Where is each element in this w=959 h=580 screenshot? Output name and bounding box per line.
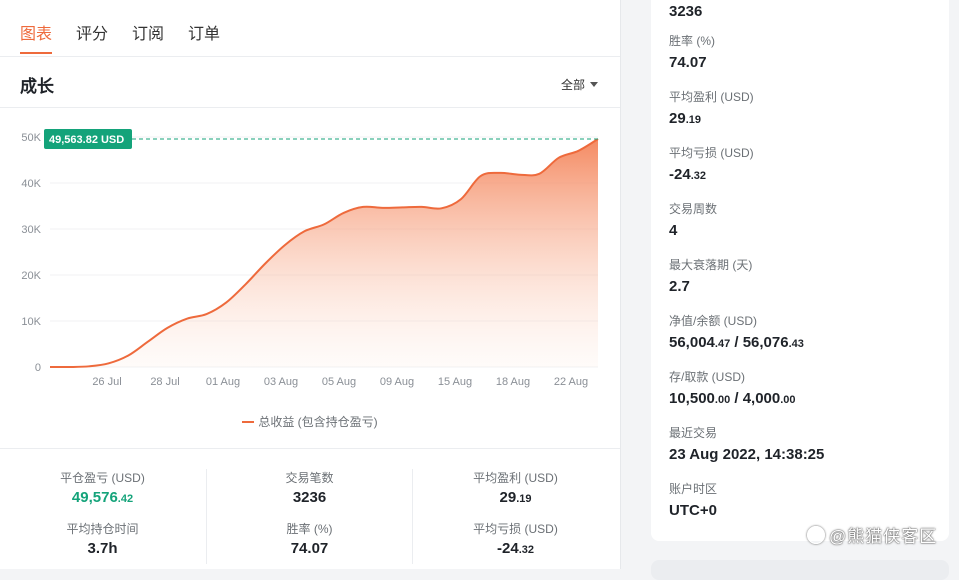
win-rate-label: 胜率 (%) xyxy=(286,522,333,536)
x-tick-label: 05 Aug xyxy=(322,376,356,388)
trade-count-label: 交易笔数 xyxy=(285,471,334,485)
win-rate-value: 74.07 xyxy=(669,54,707,71)
closed-pnl-label: 平仓盈亏 (USD) xyxy=(60,471,145,485)
legend-label: 总收益 (包含持仓盈亏) xyxy=(258,415,378,429)
tab-rating[interactable]: 评分 xyxy=(76,20,108,54)
avg-hold-value: 3.7h xyxy=(87,540,118,557)
caret-down-icon xyxy=(590,82,598,87)
avg-profit-value: 29.19 xyxy=(499,489,532,506)
last-trade-item: 最近交易 23 Aug 2022, 14:38:25 xyxy=(669,424,824,463)
trades-value: 3236 xyxy=(669,3,703,20)
y-tick-label: 10K xyxy=(21,316,41,328)
win-rate-value: 74.07 xyxy=(290,540,329,557)
avg-profit-value: 29.19 xyxy=(669,110,701,127)
x-tick-label: 28 Jul xyxy=(150,376,179,388)
closed-pnl-value: 49,576.42 xyxy=(71,489,134,506)
y-tick-label: 30K xyxy=(21,224,41,236)
max-drawdown-item: 最大衰落期 (天) 2.7 xyxy=(669,256,752,295)
stats-col-1: 平仓盈亏 (USD) 49,576.42 平均持仓时间 3.7h xyxy=(0,469,205,560)
growth-area xyxy=(50,139,598,368)
watermark: @熊猫侠客区 xyxy=(807,522,937,547)
stats-summary: 平仓盈亏 (USD) 49,576.42 平均持仓时间 3.7h 交易笔数 32… xyxy=(0,448,620,570)
current-value-label: 49,563.82 USD xyxy=(49,134,124,146)
chart-legend[interactable]: 总收益 (包含持仓盈亏) xyxy=(0,413,620,430)
growth-panel: 图表 评分 订阅 订单 成长 全部 0 10K 20K 30K 40K 50K 26 Ju… xyxy=(0,0,621,569)
equity-balance-value: 56,004.47 / 56,076.43 xyxy=(669,334,804,351)
win-rate-label: 胜率 (%) xyxy=(669,34,715,48)
x-tick-label: 09 Aug xyxy=(380,376,414,388)
weeks-value: 4 xyxy=(669,222,678,239)
last-trade-label: 最近交易 xyxy=(669,426,718,440)
growth-chart: 0 10K 20K 30K 40K 50K 26 Jul 28 Jul 01 Aug 03 Au… xyxy=(21,129,599,388)
avg-profit-label: 平均盈利 (USD) xyxy=(669,90,754,104)
tabs-divider xyxy=(0,56,620,57)
equity-balance-item: 净值/余额 (USD) 56,004.47 / 56,076.43 xyxy=(669,312,804,351)
avg-loss-label: 平均亏损 (USD) xyxy=(669,146,754,160)
next-card xyxy=(651,560,949,580)
timezone-value: UTC+0 xyxy=(669,502,717,519)
equity-balance-label: 净值/余额 (USD) xyxy=(669,314,757,328)
avg-loss-value: -24.32 xyxy=(669,166,706,183)
header-divider xyxy=(0,107,620,108)
tab-bar: 图表 评分 订阅 订单 xyxy=(20,20,220,54)
trade-count-value: 3236 xyxy=(292,489,327,506)
y-tick-label: 50K xyxy=(21,132,41,144)
x-tick-label: 15 Aug xyxy=(438,376,472,388)
timezone-label: 账户时区 xyxy=(669,482,718,496)
x-tick-label: 26 Jul xyxy=(92,376,121,388)
avg-hold-label: 平均持仓时间 xyxy=(66,522,139,536)
timezone-item: 账户时区 UTC+0 xyxy=(669,480,717,519)
deposit-withdraw-label: 存/取款 (USD) xyxy=(669,370,745,384)
range-filter-dropdown[interactable]: 全部 xyxy=(561,76,598,93)
y-tick-label: 0 xyxy=(35,362,41,374)
tab-orders[interactable]: 订单 xyxy=(188,20,220,54)
deposit-withdraw-value: 10,500.00 / 4,000.00 xyxy=(669,390,796,407)
tab-chart[interactable]: 图表 xyxy=(20,20,53,54)
x-tick-label: 22 Aug xyxy=(554,376,588,388)
weeks-item: 交易周数 4 xyxy=(669,200,717,239)
account-stats-panel: 3236 胜率 (%) 74.07 平均盈利 (USD) 29.19 平均亏损 … xyxy=(651,0,949,541)
max-drawdown-label: 最大衰落期 (天) xyxy=(669,258,753,272)
legend-swatch xyxy=(242,421,255,423)
win-rate-item: 胜率 (%) 74.07 xyxy=(669,32,715,71)
y-tick-label: 40K xyxy=(21,178,41,190)
avg-profit-label: 平均盈利 (USD) xyxy=(473,471,558,485)
last-trade-value: 23 Aug 2022, 14:38:25 xyxy=(669,446,825,463)
x-tick-label: 18 Aug xyxy=(496,376,530,388)
avg-loss-label: 平均亏损 (USD) xyxy=(473,522,558,536)
x-tick-label: 01 Aug xyxy=(206,376,240,388)
stats-col-2: 交易笔数 3236 胜率 (%) 74.07 xyxy=(207,469,412,560)
tab-subscribe[interactable]: 订阅 xyxy=(132,20,164,54)
stats-col-3: 平均盈利 (USD) 29.19 平均亏损 (USD) -24.32 xyxy=(413,469,618,560)
avg-loss-value: -24.32 xyxy=(497,540,534,557)
avg-loss-item: 平均亏损 (USD) -24.32 xyxy=(669,144,754,183)
range-filter-label: 全部 xyxy=(560,78,585,92)
x-tick-label: 03 Aug xyxy=(264,376,298,388)
weibo-icon xyxy=(807,526,825,544)
max-drawdown-value: 2.7 xyxy=(669,278,690,295)
section-title: 成长 xyxy=(20,77,54,96)
avg-profit-item: 平均盈利 (USD) 29.19 xyxy=(669,88,754,127)
trades-item: 3236 xyxy=(669,0,702,20)
deposit-withdraw-item: 存/取款 (USD) 10,500.00 / 4,000.00 xyxy=(669,368,796,407)
watermark-text: @熊猫侠客区 xyxy=(829,527,938,546)
weeks-label: 交易周数 xyxy=(669,202,718,216)
y-tick-label: 20K xyxy=(21,270,41,282)
